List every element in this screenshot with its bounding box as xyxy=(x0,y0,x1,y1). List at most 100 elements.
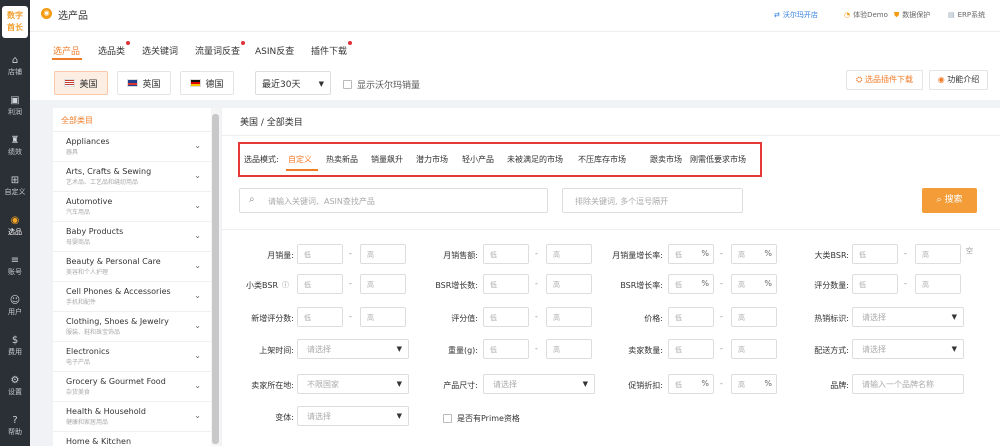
filter-select[interactable]: 不限国家 ▼ xyxy=(297,374,409,394)
country-us-button[interactable]: 美国 xyxy=(54,71,108,95)
min-input[interactable]: 低% xyxy=(668,244,714,264)
mode-option-5[interactable]: 未被满足的市场 xyxy=(507,154,563,165)
rail-item-0[interactable]: ⌂ 店铺 xyxy=(0,54,30,77)
rail-item-1[interactable]: ▣ 利润 xyxy=(0,94,30,117)
category-item[interactable]: Beauty & Personal Care 美容和个人护理 ⌄ xyxy=(53,252,211,282)
tab-1[interactable]: 选品类 xyxy=(98,41,131,57)
country-uk-button[interactable]: 英国 xyxy=(117,71,171,95)
filter-select[interactable]: 请选择 ▼ xyxy=(483,374,595,394)
chevron-down-icon[interactable]: ⌄ xyxy=(194,201,201,210)
walmart-store-link[interactable]: ⇄ 沃尔玛开店 xyxy=(774,10,818,20)
mode-option-6[interactable]: 不压库存市场 xyxy=(578,154,626,165)
tab-3[interactable]: 流量词反查 xyxy=(195,41,246,57)
filter-select[interactable]: 请选择 ▼ xyxy=(297,339,409,359)
category-item[interactable]: Baby Products 母婴商品 ⌄ xyxy=(53,222,211,252)
filter-select[interactable]: 请选择 ▼ xyxy=(852,307,964,327)
chevron-down-icon[interactable]: ⌄ xyxy=(194,171,201,180)
category-item[interactable]: Cell Phones & Accessories 手机和配件 ⌄ xyxy=(53,282,211,312)
mode-option-4[interactable]: 轻小产品 xyxy=(462,154,494,165)
walmart-sales-checkbox[interactable]: 显示沃尔玛销量 xyxy=(343,78,420,91)
country-de-button[interactable]: 德国 xyxy=(180,71,234,95)
data-protection-link[interactable]: ⛊ 数据保护 xyxy=(894,10,930,20)
rail-item-2[interactable]: ♜ 绩效 xyxy=(0,134,30,157)
chevron-down-icon[interactable]: ⌄ xyxy=(194,381,201,390)
min-input[interactable]: 低 xyxy=(483,274,529,294)
category-item[interactable]: Health & Household 健康和家居用品 ⌄ xyxy=(53,402,211,432)
plugin-download-button[interactable]: ⛭ 选品插件下载 xyxy=(846,70,923,90)
min-input[interactable]: 低 xyxy=(297,307,343,327)
rail-item-4[interactable]: ◉ 选品 xyxy=(0,214,30,237)
scrollbar-thumb[interactable] xyxy=(212,114,219,444)
min-input[interactable]: 低 xyxy=(668,307,714,327)
rail-item-3[interactable]: ⊞ 自定义 xyxy=(0,174,30,197)
chevron-down-icon[interactable]: ⌄ xyxy=(194,261,201,270)
category-item[interactable]: Electronics 电子产品 ⌄ xyxy=(53,342,211,372)
min-input[interactable]: 低 xyxy=(483,244,529,264)
min-input[interactable]: 低 xyxy=(483,339,529,359)
max-input[interactable]: 高 xyxy=(731,307,777,327)
min-input[interactable]: 低 xyxy=(297,244,343,264)
category-item[interactable]: Clothing, Shoes & Jewelry 服装、鞋和珠宝饰品 ⌄ xyxy=(53,312,211,342)
mode-option-8[interactable]: 刚需低要求市场 xyxy=(690,154,746,165)
chevron-down-icon[interactable]: ⌄ xyxy=(194,231,201,240)
mode-option-3[interactable]: 潜力市场 xyxy=(416,154,448,165)
max-input[interactable]: 高% xyxy=(731,374,777,394)
max-input[interactable]: 高 xyxy=(915,274,961,294)
rail-item-7[interactable]: $ 费用 xyxy=(0,334,30,357)
exclude-keywords-input[interactable]: 排除关键词, 多个逗号隔开 xyxy=(562,188,743,213)
feature-intro-button[interactable]: ◉ 功能介绍 xyxy=(929,70,988,90)
chevron-down-icon[interactable]: ⌄ xyxy=(194,411,201,420)
rail-item-5[interactable]: ≡ 账号 xyxy=(0,254,30,277)
tab-2[interactable]: 选关键词 xyxy=(142,44,178,57)
filter-select[interactable]: 请选择 ▼ xyxy=(297,406,409,426)
mode-option-2[interactable]: 销量飙升 xyxy=(371,154,403,165)
max-input[interactable]: 高 xyxy=(915,244,961,264)
chevron-down-icon[interactable]: ⌄ xyxy=(194,321,201,330)
max-input[interactable]: 高 xyxy=(360,274,406,294)
category-item[interactable]: Arts, Crafts & Sewing 艺术品、工艺品和缝纫用品 ⌄ xyxy=(53,162,211,192)
min-input[interactable]: 低 xyxy=(852,274,898,294)
max-input[interactable]: 高 xyxy=(546,339,592,359)
rail-item-9[interactable]: ? 帮助 xyxy=(0,414,30,437)
min-input[interactable]: 低 xyxy=(297,274,343,294)
tab-4[interactable]: ASIN反查 xyxy=(255,44,294,57)
chevron-down-icon[interactable]: ⌄ xyxy=(194,141,201,150)
filter-select[interactable]: 请选择 ▼ xyxy=(852,339,964,359)
date-range-select[interactable]: 最近30天 ▼ xyxy=(255,71,331,95)
max-input[interactable]: 高% xyxy=(731,244,777,264)
max-input[interactable]: 高 xyxy=(360,307,406,327)
min-input[interactable]: 低 xyxy=(668,339,714,359)
min-input[interactable]: 低% xyxy=(668,274,714,294)
mode-option-7[interactable]: 跟卖市场 xyxy=(650,154,682,165)
checkbox-box[interactable] xyxy=(343,80,352,89)
max-input[interactable]: 高 xyxy=(546,244,592,264)
chevron-down-icon[interactable]: ⌄ xyxy=(194,291,201,300)
chevron-down-icon[interactable]: ⌄ xyxy=(194,351,201,360)
checkbox-box[interactable] xyxy=(443,414,452,423)
tab-0[interactable]: 选产品 xyxy=(53,44,80,57)
mode-option-0[interactable]: 自定义 xyxy=(288,154,312,165)
max-input[interactable]: 高 xyxy=(546,274,592,294)
min-input[interactable]: 低 xyxy=(852,244,898,264)
search-button[interactable]: ⌕ 搜索 xyxy=(922,188,977,213)
tab-5[interactable]: 插件下载 xyxy=(311,41,353,57)
category-item[interactable]: Automotive 汽车用品 ⌄ xyxy=(53,192,211,222)
erp-link[interactable]: ▤ ERP系统 xyxy=(948,10,985,20)
max-input[interactable]: 高 xyxy=(546,307,592,327)
rail-item-8[interactable]: ⚙ 设置 xyxy=(0,374,30,397)
chevron-down-icon[interactable]: ⌄ xyxy=(194,441,201,446)
min-input[interactable]: 低% xyxy=(668,374,714,394)
category-item[interactable]: Grocery & Gourmet Food 杂货美食 ⌄ xyxy=(53,372,211,402)
min-input[interactable]: 低 xyxy=(483,307,529,327)
all-categories-header[interactable]: 全部类目 xyxy=(53,108,211,132)
category-scrollbar[interactable] xyxy=(211,108,220,446)
prime-checkbox[interactable]: 是否有Prime资格 xyxy=(443,413,520,424)
help-icon[interactable]: ⓘ xyxy=(282,280,289,290)
max-input[interactable]: 高% xyxy=(731,274,777,294)
category-item[interactable]: Home & Kitchen ⌄ xyxy=(53,432,211,446)
keyword-search-input[interactable]: ⌕ 请输入关键词、ASIN查找产品 xyxy=(239,188,548,213)
max-input[interactable]: 高 xyxy=(360,244,406,264)
brand-input[interactable]: 请输入一个品牌名称 xyxy=(852,374,964,394)
rail-item-6[interactable]: ☺ 用户 xyxy=(0,294,30,317)
max-input[interactable]: 高 xyxy=(731,339,777,359)
